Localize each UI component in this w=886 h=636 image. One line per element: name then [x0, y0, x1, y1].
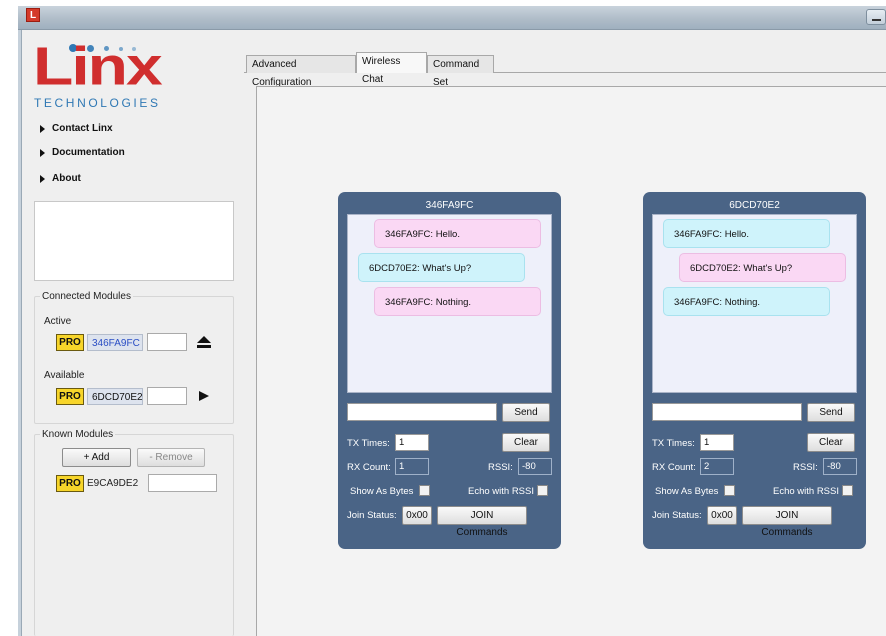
available-module-id[interactable]: 6DCD70E2 [87, 388, 143, 405]
expand-arrow-icon [40, 148, 45, 157]
tx-times-input[interactable]: 1 [700, 434, 734, 451]
active-label: Active [44, 316, 72, 327]
rx-count-label: RX Count: [652, 462, 696, 473]
rx-count-value: 2 [700, 458, 734, 475]
nav-label: Documentation [52, 147, 125, 158]
join-status-value: 0x00 [707, 506, 737, 525]
desktop-margin [0, 0, 18, 636]
chat-title: 346FA9FC [425, 200, 474, 211]
rx-count-label: RX Count: [347, 462, 391, 473]
chat-bubble: 346FA9FC: Hello. [374, 219, 541, 248]
available-module-field[interactable] [147, 387, 187, 405]
expand-arrow-icon [40, 174, 45, 183]
message-input[interactable] [652, 403, 802, 421]
nav-label: About [52, 173, 81, 184]
tab-command-set[interactable]: Command Set [427, 55, 494, 88]
pro-badge: PRO [56, 334, 84, 351]
chat-window: 346FA9FC 346FA9FC: Hello. 6DCD70E2: What… [338, 192, 561, 549]
pro-badge: PRO [56, 475, 84, 492]
logo-wordmark: Linx [33, 35, 163, 96]
join-status-value: 0x00 [402, 506, 432, 525]
chat-bubble: 346FA9FC: Hello. [663, 219, 830, 248]
available-label: Available [44, 370, 85, 381]
send-button[interactable]: Send [807, 403, 855, 422]
active-module-field[interactable] [147, 333, 187, 351]
active-module-id[interactable]: 346FA9FC [87, 334, 143, 351]
add-module-button[interactable]: + Add [62, 448, 131, 467]
echo-rssi-label: Echo with RSSI [468, 486, 534, 497]
chat-window: 6DCD70E2 346FA9FC: Hello. 6DCD70E2: What… [643, 192, 866, 549]
send-button[interactable]: Send [502, 403, 550, 422]
chat-bubble: 6DCD70E2: What's Up? [358, 253, 525, 282]
remove-module-button[interactable]: - Remove [137, 448, 205, 467]
tab-advanced-configuration[interactable]: Advanced Configuration [246, 55, 356, 88]
show-as-bytes-label: Show As Bytes [655, 486, 719, 497]
nav-contact-linx[interactable]: Contact Linx [40, 123, 113, 134]
tx-times-input[interactable]: 1 [395, 434, 429, 451]
chat-title: 6DCD70E2 [729, 200, 780, 211]
rssi-value: -80 [823, 458, 857, 475]
rssi-label: RSSI: [793, 462, 818, 473]
app-icon[interactable]: L [26, 8, 40, 22]
known-module-id[interactable]: E9CA9DE2 [87, 478, 138, 489]
tx-times-label: TX Times: [652, 438, 695, 449]
echo-rssi-checkbox[interactable] [537, 485, 548, 496]
rssi-label: RSSI: [488, 462, 513, 473]
tab-wireless-chat[interactable]: Wireless Chat [356, 52, 427, 85]
minimize-button[interactable] [866, 9, 886, 25]
chat-bubble: 346FA9FC: Nothing. [663, 287, 830, 316]
connected-modules-title: Connected Modules [40, 291, 133, 302]
eject-icon[interactable] [196, 335, 212, 349]
nav-about[interactable]: About [40, 173, 81, 184]
join-commands-button[interactable]: JOIN Commands [742, 506, 832, 538]
expand-arrow-icon [40, 124, 45, 133]
chat-messages: 346FA9FC: Hello. 6DCD70E2: What's Up? 34… [347, 214, 552, 393]
join-status-label: Join Status: [347, 510, 397, 521]
message-input[interactable] [347, 403, 497, 421]
rx-count-value: 1 [395, 458, 429, 475]
info-box [34, 201, 234, 281]
pro-badge: PRO [56, 388, 84, 405]
known-module-field[interactable] [148, 474, 217, 492]
echo-rssi-checkbox[interactable] [842, 485, 853, 496]
show-as-bytes-label: Show As Bytes [350, 486, 414, 497]
echo-rssi-label: Echo with RSSI [773, 486, 839, 497]
nav-documentation[interactable]: Documentation [40, 147, 125, 158]
join-commands-button[interactable]: JOIN Commands [437, 506, 527, 538]
window-titlebar[interactable] [18, 6, 886, 30]
tx-times-label: TX Times: [347, 438, 390, 449]
show-as-bytes-checkbox[interactable] [724, 485, 735, 496]
chat-bubble: 6DCD70E2: What's Up? [679, 253, 846, 282]
known-modules-title: Known Modules [40, 429, 116, 440]
rssi-value: -80 [518, 458, 552, 475]
connect-play-icon[interactable] [199, 391, 209, 401]
logo-tagline: TECHNOLOGIES [34, 96, 161, 110]
nav-label: Contact Linx [52, 123, 113, 134]
clear-button[interactable]: Clear [502, 433, 550, 452]
clear-button[interactable]: Clear [807, 433, 855, 452]
join-status-label: Join Status: [652, 510, 702, 521]
chat-messages: 346FA9FC: Hello. 6DCD70E2: What's Up? 34… [652, 214, 857, 393]
chat-bubble: 346FA9FC: Nothing. [374, 287, 541, 316]
show-as-bytes-checkbox[interactable] [419, 485, 430, 496]
